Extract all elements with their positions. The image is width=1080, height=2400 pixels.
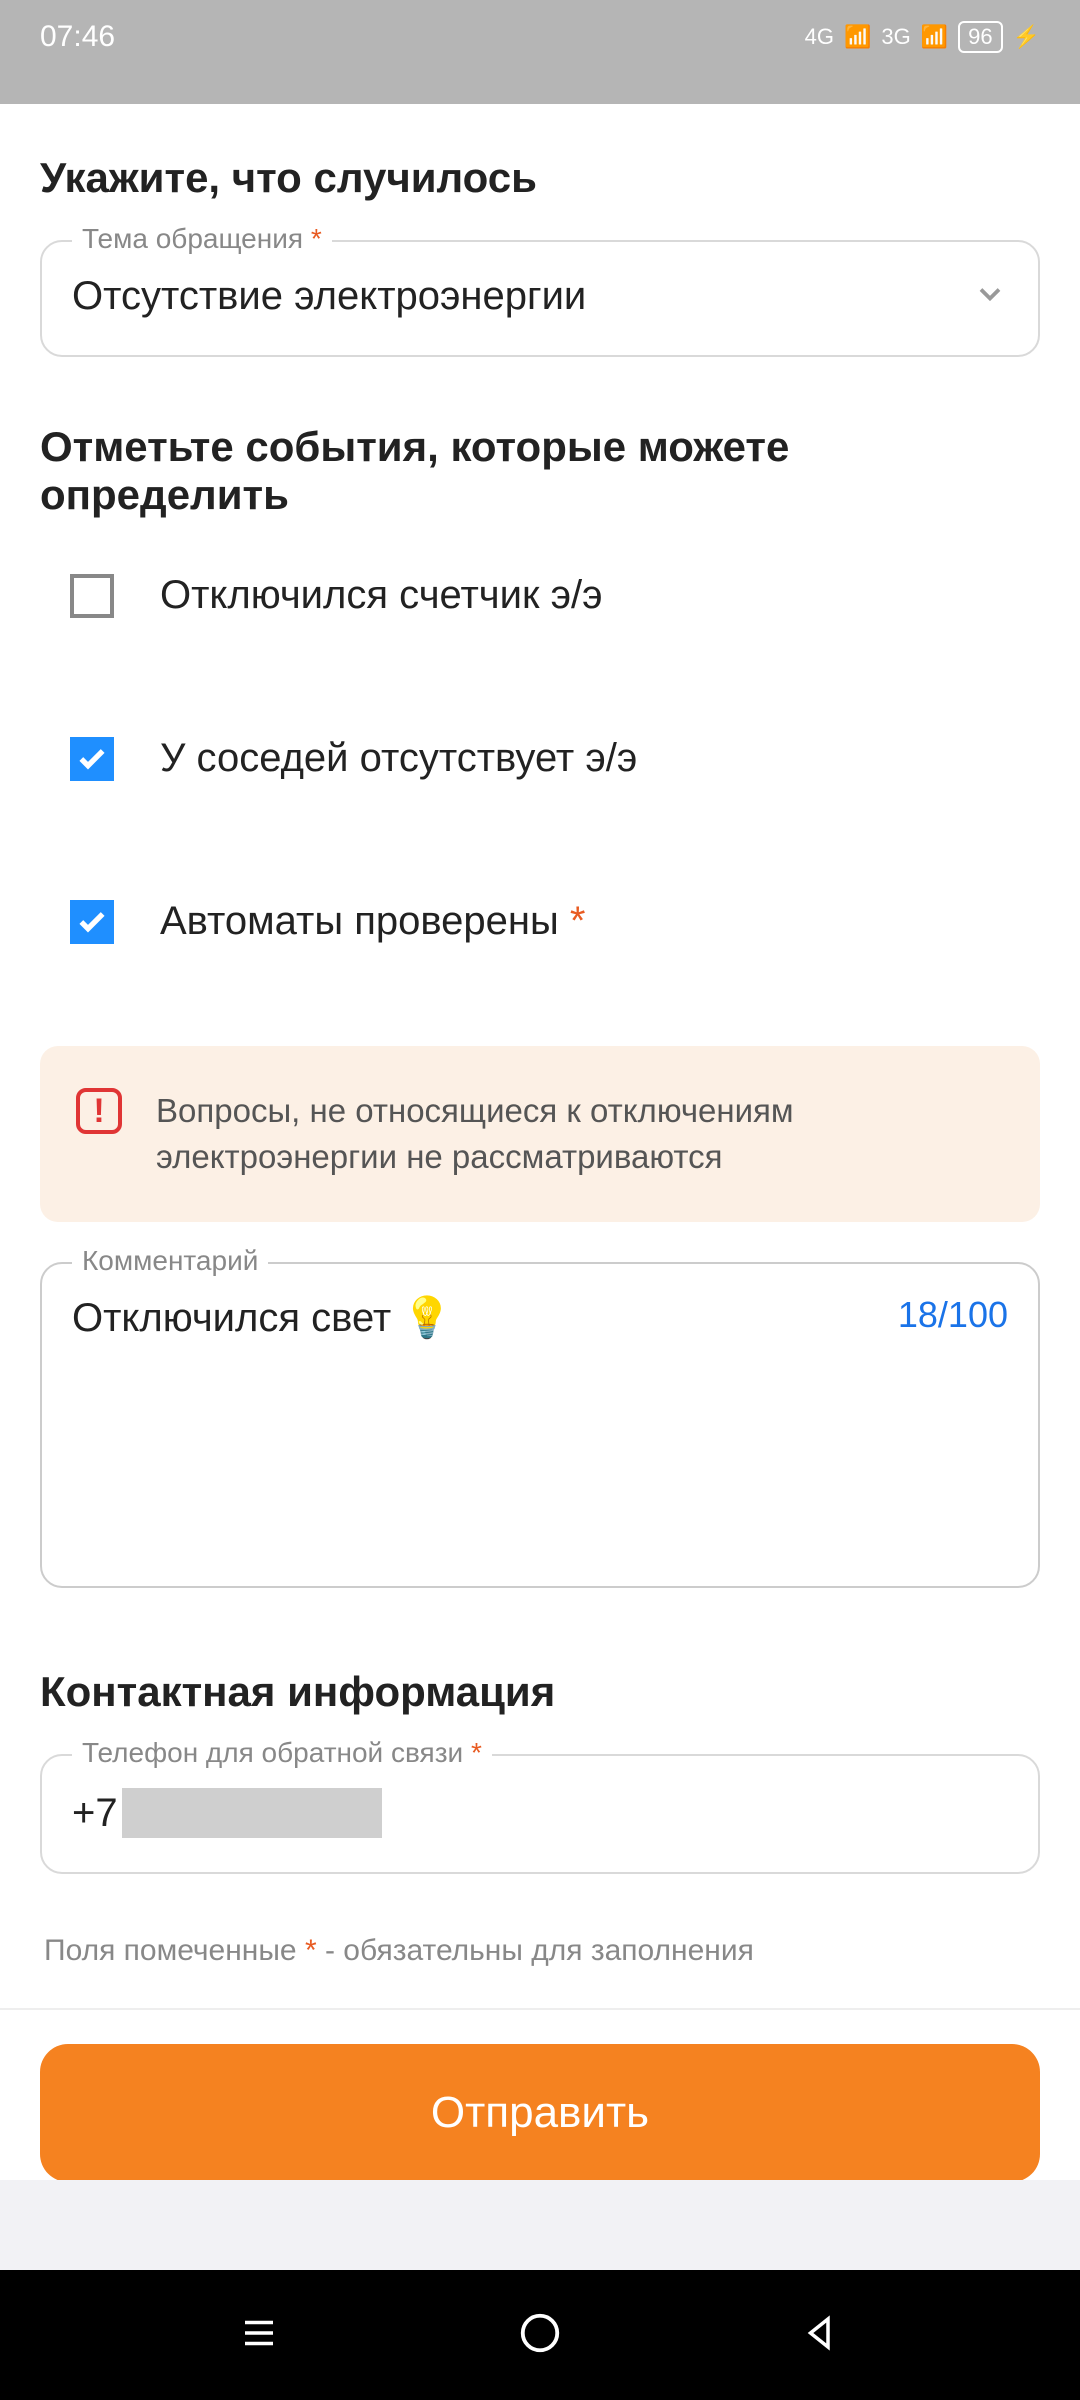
section-title-contact: Контактная информация bbox=[40, 1668, 1040, 1716]
submit-button[interactable]: Отправить bbox=[40, 2044, 1040, 2182]
warning-text: Вопросы, не относящиеся к отключениям эл… bbox=[156, 1088, 1004, 1180]
phone-label: Телефон для обратной связи * bbox=[72, 1737, 492, 1769]
checkbox-icon bbox=[70, 574, 114, 618]
signal-icon: 📶 bbox=[844, 24, 871, 50]
bottom-spacer bbox=[0, 2180, 1080, 2270]
redacted-phone bbox=[122, 1788, 382, 1838]
comment-textarea[interactable]: Комментарий Отключился свет 💡 18/100 bbox=[40, 1262, 1040, 1588]
back-icon[interactable] bbox=[800, 2312, 842, 2359]
topic-select[interactable]: Тема обращения * Отсутствие электроэнерг… bbox=[40, 240, 1040, 357]
signal-icon: 📶 bbox=[921, 24, 948, 50]
checkbox-label: У соседей отсутствует э/э bbox=[160, 736, 637, 781]
battery-icon: 96 bbox=[958, 21, 1002, 53]
network-4g-icon: 4G bbox=[805, 24, 834, 50]
comment-counter: 18/100 bbox=[898, 1294, 1008, 1336]
network-3g-icon: 3G bbox=[881, 24, 910, 50]
home-icon[interactable] bbox=[517, 2310, 563, 2361]
phone-value: +7 bbox=[72, 1788, 1008, 1838]
alert-icon: ! bbox=[76, 1088, 122, 1134]
warning-banner: ! Вопросы, не относящиеся к отключениям … bbox=[40, 1046, 1040, 1222]
checkbox-breakers-checked[interactable]: Автоматы проверены * bbox=[40, 883, 1040, 960]
checkbox-icon bbox=[70, 900, 114, 944]
checkbox-neighbors-no-power[interactable]: У соседей отсутствует э/э bbox=[40, 720, 1040, 797]
status-bar: 07:46 4G 📶 3G 📶 96 ⚡ bbox=[0, 0, 1080, 104]
checkbox-label: Автоматы проверены * bbox=[160, 899, 585, 944]
checkbox-icon bbox=[70, 737, 114, 781]
section-title-what-happened: Укажите, что случилось bbox=[40, 154, 1040, 202]
required-footnote: Поля помеченные * - обязательны для запо… bbox=[40, 1934, 1040, 1968]
chevron-down-icon bbox=[972, 276, 1008, 317]
section-title-events: Отметьте события, которые можете определ… bbox=[40, 423, 1040, 519]
status-time: 07:46 bbox=[40, 20, 115, 54]
status-indicators: 4G 📶 3G 📶 96 ⚡ bbox=[805, 21, 1040, 53]
checkbox-meter-off[interactable]: Отключился счетчик э/э bbox=[40, 557, 1040, 634]
phone-input[interactable]: Телефон для обратной связи * +7 bbox=[40, 1754, 1040, 1874]
comment-value: Отключился свет 💡 bbox=[72, 1294, 452, 1341]
recent-apps-icon[interactable] bbox=[238, 2312, 280, 2359]
android-nav-bar bbox=[0, 2270, 1080, 2400]
checkbox-label: Отключился счетчик э/э bbox=[160, 573, 603, 618]
topic-value: Отсутствие электроэнергии bbox=[72, 274, 586, 319]
charging-icon: ⚡ bbox=[1013, 24, 1040, 50]
topic-label: Тема обращения * bbox=[72, 223, 332, 255]
comment-label: Комментарий bbox=[72, 1245, 268, 1277]
